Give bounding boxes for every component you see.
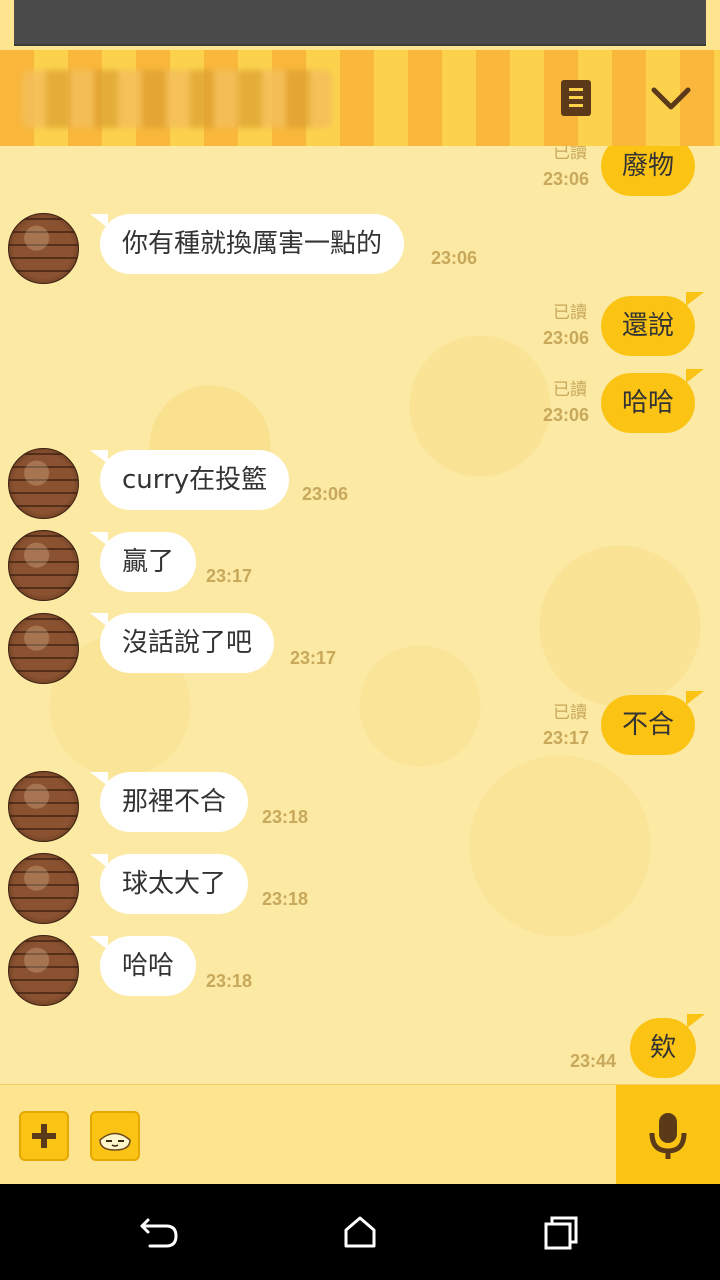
outgoing-message[interactable]: 還說: [601, 292, 705, 356]
avatar[interactable]: [8, 853, 79, 924]
read-receipt: 已讀: [553, 303, 587, 323]
chevron-down-icon[interactable]: [650, 78, 692, 120]
avatar[interactable]: [8, 530, 79, 601]
message-time: 23:06: [431, 248, 478, 268]
message-time: 23:18: [262, 889, 309, 909]
sticker-icon[interactable]: [90, 1111, 140, 1161]
incoming-message[interactable]: curry在投籃: [89, 450, 290, 510]
incoming-message[interactable]: 哈哈: [89, 936, 197, 996]
incoming-message[interactable]: 沒話說了吧: [89, 613, 275, 673]
message-time: 23:17: [290, 648, 337, 668]
read-receipt: 已讀: [553, 380, 587, 400]
status-bar-overlay: [14, 0, 706, 46]
avatar[interactable]: [8, 935, 79, 1006]
recents-icon[interactable]: [538, 1212, 582, 1252]
outgoing-message[interactable]: 哈哈: [601, 369, 705, 433]
message-time: 23:06: [302, 484, 349, 504]
message-time: 23:06: [543, 169, 590, 189]
contact-name-blurred[interactable]: [22, 70, 332, 128]
avatar[interactable]: [8, 448, 79, 519]
message-time: 23:06: [543, 405, 590, 425]
outgoing-message[interactable]: 廢物: [601, 146, 696, 196]
incoming-message[interactable]: 贏了: [89, 532, 197, 592]
home-icon[interactable]: [338, 1212, 382, 1252]
read-receipt: 已讀: [553, 703, 587, 723]
input-bar: [0, 1084, 720, 1185]
chat-header: [0, 50, 720, 146]
incoming-message[interactable]: 球太大了: [89, 854, 249, 914]
message-time: 23:06: [543, 328, 590, 348]
message-time: 23:44: [570, 1051, 617, 1071]
back-icon[interactable]: [138, 1212, 182, 1252]
incoming-message[interactable]: 那裡不合: [89, 772, 249, 832]
outgoing-message[interactable]: 不合: [601, 691, 705, 755]
plus-icon[interactable]: [19, 1111, 69, 1161]
avatar[interactable]: [8, 613, 79, 684]
message-time: 23:18: [206, 971, 253, 991]
message-time: 23:17: [206, 566, 253, 586]
notes-icon[interactable]: [561, 80, 591, 116]
system-nav-bar: [0, 1184, 720, 1280]
read-receipt: 已讀: [553, 146, 587, 163]
avatar[interactable]: [8, 213, 79, 284]
message-time: 23:18: [262, 807, 309, 827]
egg-face-icon: [99, 1132, 131, 1151]
incoming-message[interactable]: 你有種就換厲害一點的: [89, 214, 405, 274]
avatar[interactable]: [8, 771, 79, 842]
microphone-icon[interactable]: [616, 1085, 720, 1185]
status-bar: [0, 0, 720, 50]
message-list[interactable]: 已讀 23:06 廢物 你有種就換厲害一點的 23:06 已讀 23:06 還說…: [0, 146, 720, 1084]
outgoing-message[interactable]: 欸: [630, 1014, 706, 1078]
message-time: 23:17: [543, 728, 590, 748]
